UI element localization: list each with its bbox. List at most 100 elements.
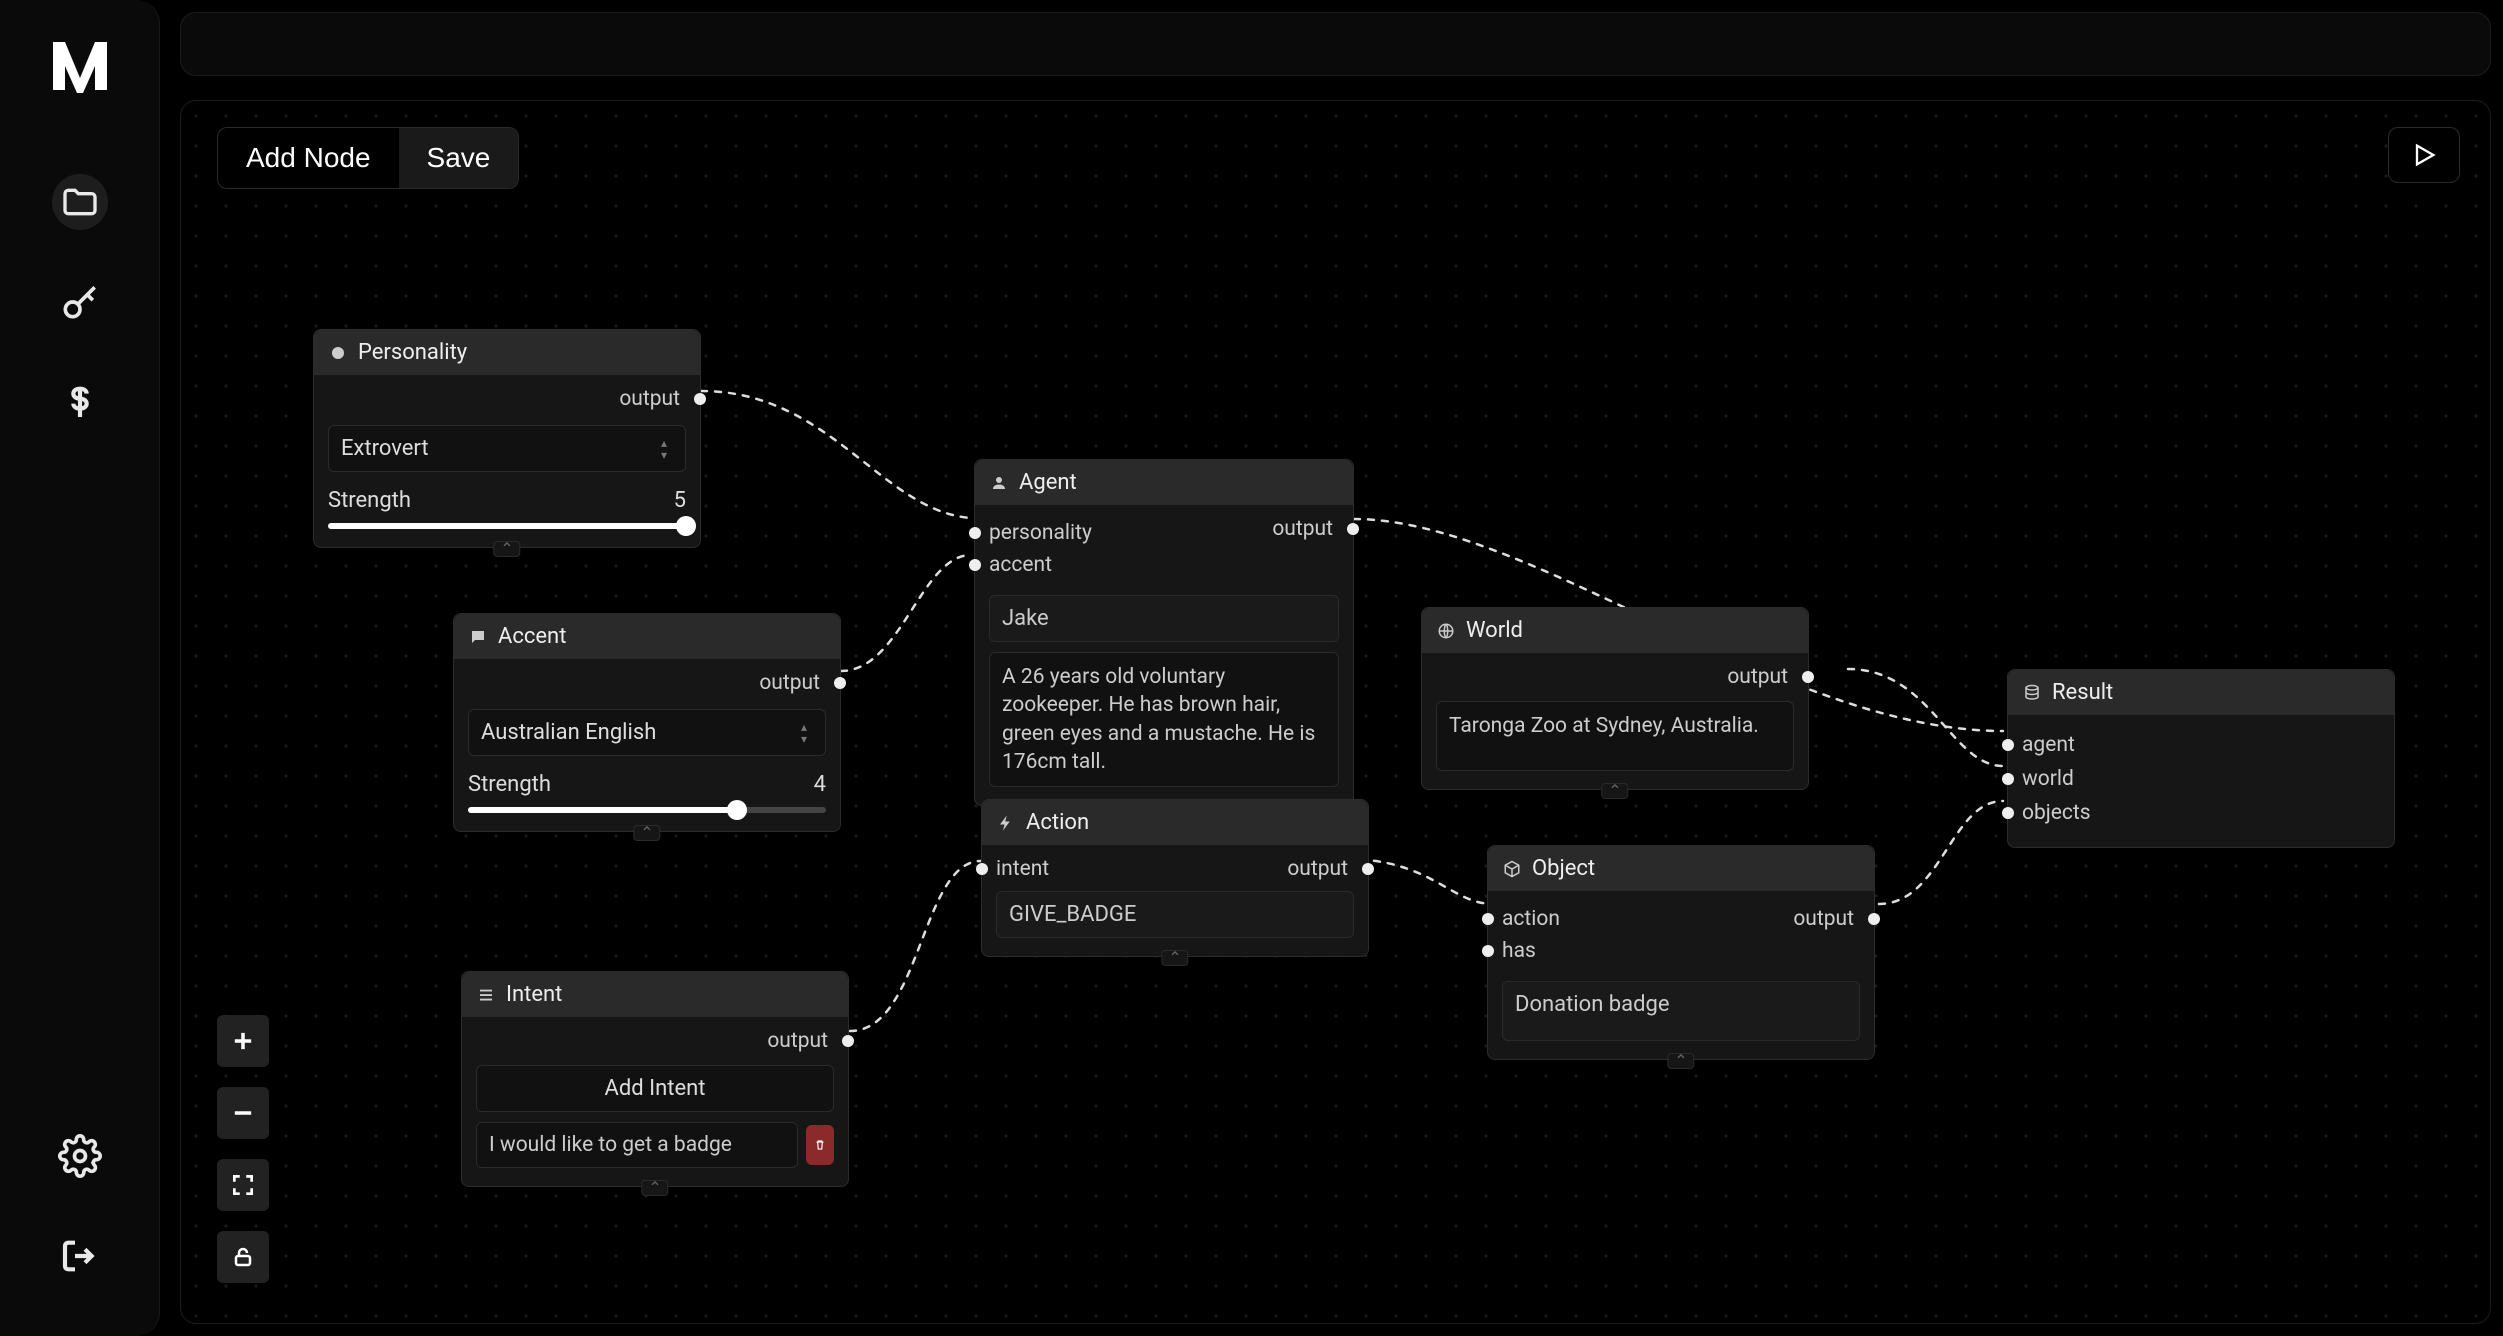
world-description-input[interactable]: Taronga Zoo at Sydney, Australia. <box>1436 701 1794 771</box>
node-header[interactable]: Action <box>982 800 1368 845</box>
output-port[interactable] <box>842 1035 854 1047</box>
collapse-caret-icon[interactable]: ⌃ <box>633 825 660 841</box>
input-port-label: action <box>1502 907 1560 931</box>
lock-button[interactable] <box>217 1231 269 1283</box>
port-output-label: output <box>759 671 820 695</box>
port-output-label: output <box>1272 517 1333 541</box>
node-object[interactable]: Object action has outp <box>1487 845 1875 1060</box>
collapse-caret-icon[interactable]: ⌃ <box>1667 1053 1694 1069</box>
input-port-label: agent <box>2022 733 2075 757</box>
strength-value: 5 <box>674 488 686 513</box>
output-port[interactable] <box>1347 523 1359 535</box>
object-value-input[interactable]: Donation badge <box>1502 981 1860 1041</box>
canvas-controls <box>217 1015 269 1283</box>
fit-view-button[interactable] <box>217 1159 269 1211</box>
port-output-label: output <box>1727 665 1788 689</box>
nav-key-icon[interactable] <box>52 274 108 330</box>
intent-item: I would like to get a badge <box>476 1122 834 1168</box>
node-action[interactable]: Action intent output GIVE_BADGE ⌃ <box>981 799 1369 957</box>
nav-folder-icon[interactable] <box>52 174 108 230</box>
input-port-objects[interactable] <box>2002 807 2014 819</box>
zoom-in-button[interactable] <box>217 1015 269 1067</box>
port-output-label: output <box>619 387 680 411</box>
chevron-updown-icon <box>801 724 813 742</box>
personality-select[interactable]: Extrovert <box>328 425 686 472</box>
node-header[interactable]: World <box>1422 608 1808 653</box>
output-port[interactable] <box>1802 671 1814 683</box>
node-title: Intent <box>506 982 562 1007</box>
strength-value: 4 <box>814 772 826 797</box>
input-port-intent[interactable] <box>976 863 988 875</box>
node-header[interactable]: Intent <box>462 972 848 1017</box>
menu-icon <box>476 985 496 1005</box>
input-port-label: intent <box>996 857 1049 881</box>
node-intent[interactable]: Intent output Add Intent I would like to… <box>461 971 849 1187</box>
cube-icon <box>1502 859 1522 879</box>
personality-icon <box>328 343 348 363</box>
input-port-label: personality <box>989 521 1092 545</box>
input-port-world[interactable] <box>2002 773 2014 785</box>
add-node-button[interactable]: Add Node <box>218 128 399 188</box>
node-result[interactable]: Result agent world objects <box>2007 669 2395 848</box>
input-port-label: accent <box>989 553 1052 577</box>
output-port[interactable] <box>1868 913 1880 925</box>
zoom-out-button[interactable] <box>217 1087 269 1139</box>
intent-text[interactable]: I would like to get a badge <box>476 1122 798 1168</box>
input-port-label: has <box>1502 939 1536 963</box>
node-personality[interactable]: Personality output Extrovert Strength 5 <box>313 329 701 548</box>
node-title: Result <box>2052 680 2113 705</box>
port-output-label: output <box>767 1029 828 1053</box>
strength-label: Strength <box>328 488 411 513</box>
app-logo <box>44 30 116 102</box>
node-agent[interactable]: Agent personality accent <box>974 459 1354 806</box>
delete-intent-button[interactable] <box>806 1125 834 1165</box>
input-port-agent[interactable] <box>2002 739 2014 751</box>
accent-select[interactable]: Australian English <box>468 709 826 756</box>
collapse-caret-icon[interactable]: ⌃ <box>1161 950 1188 966</box>
bolt-icon <box>996 813 1016 833</box>
node-title: Object <box>1532 856 1595 881</box>
output-port[interactable] <box>834 677 846 689</box>
globe-icon <box>1436 621 1456 641</box>
agent-description-input[interactable]: A 26 years old voluntary zookeeper. He h… <box>989 652 1339 787</box>
user-icon <box>989 473 1009 493</box>
node-title: Agent <box>1019 470 1077 495</box>
database-icon <box>2022 683 2042 703</box>
node-title: Personality <box>358 340 467 365</box>
strength-slider[interactable] <box>468 807 826 813</box>
collapse-caret-icon[interactable]: ⌃ <box>1601 783 1628 799</box>
canvas-container: Add Node Save <box>180 100 2491 1324</box>
node-header[interactable]: Object <box>1488 846 1874 891</box>
strength-label: Strength <box>468 772 551 797</box>
input-port-personality[interactable] <box>969 527 981 539</box>
action-value-input[interactable]: GIVE_BADGE <box>996 891 1354 938</box>
node-header[interactable]: Agent <box>975 460 1353 505</box>
output-port[interactable] <box>1362 863 1374 875</box>
node-accent[interactable]: Accent output Australian English Strengt… <box>453 613 841 832</box>
nav-settings-icon[interactable] <box>52 1128 108 1184</box>
node-title: World <box>1466 618 1523 643</box>
input-port-has[interactable] <box>1482 945 1494 957</box>
collapse-caret-icon[interactable]: ⌃ <box>641 1180 668 1196</box>
input-port-action[interactable] <box>1482 913 1494 925</box>
top-search-bar[interactable] <box>180 12 2491 76</box>
nav-logout-icon[interactable] <box>52 1228 108 1284</box>
node-header[interactable]: Personality <box>314 330 700 375</box>
add-intent-button[interactable]: Add Intent <box>476 1065 834 1112</box>
node-header[interactable]: Accent <box>454 614 840 659</box>
node-title: Action <box>1026 810 1089 835</box>
node-header[interactable]: Result <box>2008 670 2394 715</box>
output-port[interactable] <box>694 393 706 405</box>
chevron-updown-icon <box>661 440 673 458</box>
run-button[interactable] <box>2388 127 2460 183</box>
nav-dollar-icon[interactable] <box>52 374 108 430</box>
node-canvas[interactable]: Add Node Save <box>181 101 2490 1323</box>
node-world[interactable]: World output Taronga Zoo at Sydney, Aust… <box>1421 607 1809 790</box>
input-port-accent[interactable] <box>969 559 981 571</box>
collapse-caret-icon[interactable]: ⌃ <box>493 541 520 557</box>
agent-name-input[interactable]: Jake <box>989 595 1339 642</box>
save-button[interactable]: Save <box>399 128 519 188</box>
input-port-label: objects <box>2022 801 2091 825</box>
strength-slider[interactable] <box>328 523 686 529</box>
chat-icon <box>468 627 488 647</box>
